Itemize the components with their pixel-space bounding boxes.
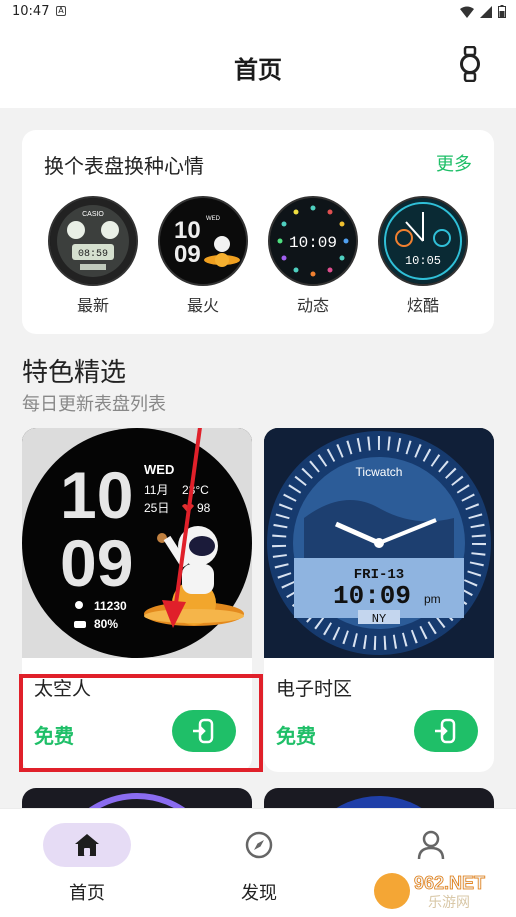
nav-item-home[interactable]: 首页 xyxy=(42,823,132,905)
status-bar: 10:47 A xyxy=(0,0,516,24)
featured-subtitle: 每日更新表盘列表 xyxy=(22,394,166,415)
category-label-dynamic: 动态 xyxy=(296,296,329,315)
page-title: 首页 xyxy=(234,56,282,84)
watermark-logo: 962.NET 乐游网 xyxy=(374,873,485,911)
category-label-hottest: 最火 xyxy=(186,296,219,315)
category-hottest[interactable]: 10 09 WED 最火 xyxy=(158,196,248,316)
home-icon xyxy=(75,834,99,856)
notification-icon: A xyxy=(56,6,66,16)
product-image-astronaut: 10 09 WED 11月 25日 23°C 98 11230 80% xyxy=(22,428,252,658)
face-ampm: pm xyxy=(424,592,441,606)
nav-label-discover: 发现 xyxy=(241,883,277,904)
category-label-cool: 炫酷 xyxy=(406,296,439,315)
svg-text:10: 10 xyxy=(174,217,201,244)
compass-icon xyxy=(245,831,273,859)
annotation-arrow xyxy=(162,428,202,628)
category-dynamic[interactable]: 10:09 动态 xyxy=(268,196,358,316)
svg-text:乐游网: 乐游网 xyxy=(428,895,470,911)
category-label-newest: 最新 xyxy=(76,296,109,315)
themes-card-title: 换个表盘换种心情 xyxy=(44,154,204,178)
install-to-watch-icon xyxy=(435,718,456,744)
product-price-timezone: 免费 xyxy=(276,724,316,748)
product-image-timezone: Ticwatch FRI-13 10:09 pm NY xyxy=(264,428,494,658)
product-card-timezone[interactable]: Ticwatch FRI-13 10:09 pm NY 电子时区 免费 xyxy=(264,428,494,772)
status-time: 10:47 xyxy=(12,4,50,19)
svg-text:09: 09 xyxy=(174,241,201,268)
watch-face-casio: CASIO 08:59 xyxy=(48,196,138,286)
face-city: NY xyxy=(372,612,386,626)
nav-label-home: 首页 xyxy=(69,883,105,904)
face-brand: Ticwatch xyxy=(356,465,403,479)
battery-icon xyxy=(498,5,506,18)
wifi-icon xyxy=(460,6,474,18)
watch-icon[interactable] xyxy=(458,46,482,82)
watch-face-astronaut-small: 10 09 WED xyxy=(158,196,248,286)
user-icon xyxy=(417,830,445,860)
watch-face-dots: 10:09 xyxy=(268,196,358,286)
status-icons xyxy=(460,5,506,18)
install-button-timezone[interactable] xyxy=(414,710,478,752)
nav-item-discover[interactable]: 发现 xyxy=(214,823,304,905)
more-link[interactable]: 更多 xyxy=(436,150,472,176)
product-name-timezone: 电子时区 xyxy=(276,678,353,700)
face-digital-time: 10:09 xyxy=(333,581,411,611)
app-header: 首页 xyxy=(0,24,516,108)
cool-time: 10:05 xyxy=(405,254,441,268)
category-newest[interactable]: CASIO 08:59 最新 xyxy=(48,196,138,316)
nav-pill-profile xyxy=(387,823,475,867)
nav-pill-home xyxy=(43,823,131,867)
svg-text:962.NET: 962.NET xyxy=(414,873,485,893)
svg-text:WED: WED xyxy=(206,216,221,222)
casio-brand: CASIO xyxy=(82,211,104,218)
themes-card: 换个表盘换种心情 更多 CASIO 08:59 最新 10 09 WED 最火 … xyxy=(22,130,494,334)
category-cool[interactable]: 10:05 炫酷 xyxy=(378,196,468,316)
nav-pill-discover xyxy=(215,823,303,867)
featured-title: 特色精选 xyxy=(22,358,127,388)
watch-face-cool: 10:05 xyxy=(378,196,468,286)
svg-text:08:59: 08:59 xyxy=(78,249,108,260)
annotation-highlight-box xyxy=(19,674,263,772)
signal-icon xyxy=(480,5,492,18)
dynamic-time: 10:09 xyxy=(289,234,337,252)
